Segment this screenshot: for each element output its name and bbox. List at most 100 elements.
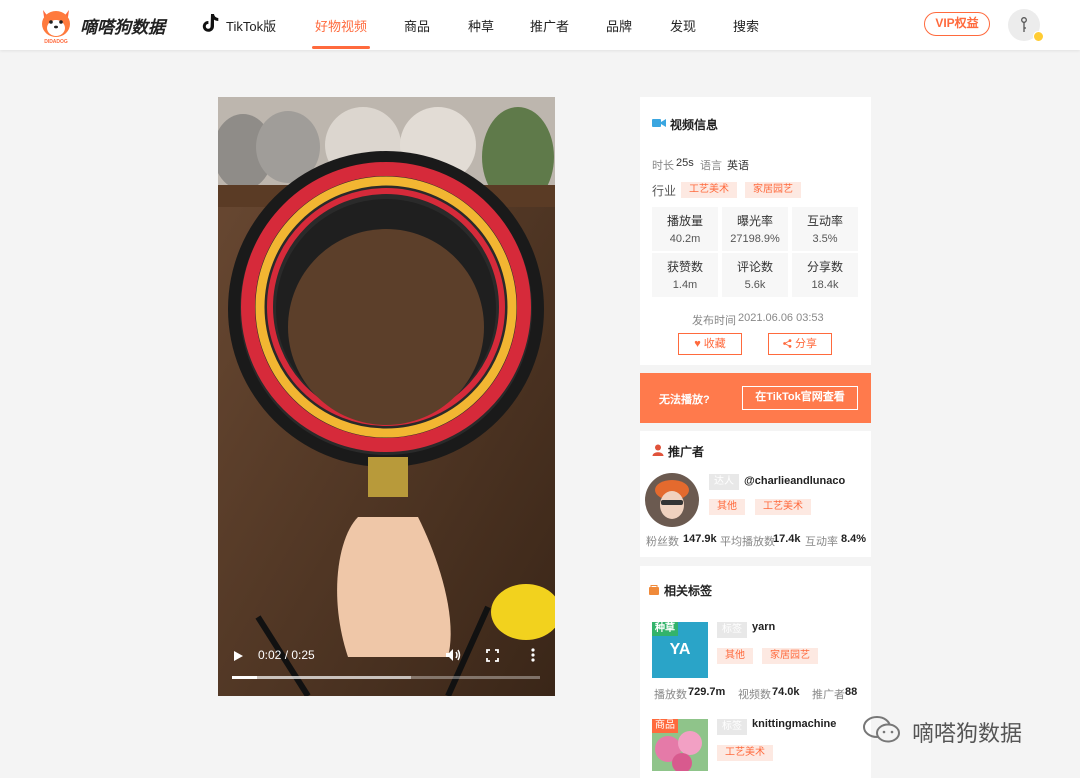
more-options-icon[interactable]: [531, 648, 535, 662]
stat-likes: 获赞数 1.4m: [652, 253, 718, 297]
share-label: 分享: [795, 338, 818, 350]
duration-value: 25s: [676, 157, 694, 169]
industry-tag[interactable]: 工艺美术: [681, 182, 737, 198]
share-button[interactable]: 分享: [768, 333, 832, 355]
tag-name[interactable]: knittingmachine: [752, 718, 836, 730]
video-camera-icon: [652, 119, 666, 127]
stat-value: 1.4m: [672, 279, 698, 291]
tiktok-icon: [202, 14, 219, 32]
nav-item-search[interactable]: 搜索: [733, 16, 759, 35]
tag-plays-value: 729.7m: [688, 686, 726, 698]
stat-value: 40.2m: [669, 233, 701, 245]
tag-thumbnail-text: YA: [669, 641, 691, 658]
tag-category[interactable]: 工艺美术: [717, 745, 773, 761]
wechat-icon: [863, 716, 900, 743]
followers-value: 147.9k: [683, 533, 717, 545]
tag-thumbnail[interactable]: 商品: [652, 719, 708, 771]
svg-text:DIDADOG: DIDADOG: [44, 39, 68, 44]
tag-icon: [649, 585, 659, 595]
nav-item-brands[interactable]: 品牌: [606, 16, 632, 35]
language-value: 英语: [727, 160, 749, 172]
promoter-type-badge: 达人: [709, 474, 739, 490]
tag-category-corner: 商品: [652, 719, 678, 733]
stat-value: 18.4k: [811, 279, 839, 291]
top-nav-bar: DIDADOG 嘀嗒狗数据 TikTok版 好物视频 商品 种草 推广者 品牌 …: [0, 0, 1080, 50]
play-issue-banner: 无法播放? 在TikTok官网查看: [640, 373, 871, 423]
tag-type-badge: 标签: [717, 622, 747, 638]
person-icon: [652, 444, 664, 456]
favorite-button[interactable]: ♥ 收藏: [678, 333, 742, 355]
stat-value: 5.6k: [744, 279, 766, 291]
promoter-handle[interactable]: @charlieandlunaco: [744, 475, 845, 487]
video-progress-track[interactable]: [232, 676, 540, 679]
brand-name[interactable]: 嘀嗒狗数据: [80, 13, 165, 38]
duration-label: 时长: [652, 160, 674, 172]
fullscreen-icon[interactable]: [486, 649, 499, 662]
tag-plays-label: 播放数: [654, 689, 687, 701]
stat-shares: 分享数 18.4k: [792, 253, 858, 297]
tag-thumbnail[interactable]: 种草 YA: [652, 622, 708, 678]
video-progress-bar: [232, 676, 257, 679]
industry-tag[interactable]: 家居园艺: [745, 182, 801, 198]
promoter-tag[interactable]: 其他: [709, 499, 745, 515]
avg-views-label: 平均播放数: [720, 536, 775, 548]
watch-on-tiktok-button[interactable]: 在TikTok官网查看: [742, 386, 858, 410]
tag-type-badge: 标签: [717, 719, 747, 735]
stat-label: 评论数: [736, 260, 773, 274]
stat-label: 获赞数: [666, 260, 703, 274]
stat-comments: 评论数 5.6k: [722, 253, 788, 297]
share-icon: [783, 339, 792, 348]
tag-category[interactable]: 其他: [717, 648, 753, 664]
video-buffered-bar: [232, 676, 411, 679]
published-time: 2021.06.06 03:53: [738, 312, 824, 324]
avg-views-value: 17.4k: [773, 533, 801, 545]
nav-item-promoters[interactable]: 推广者: [530, 16, 569, 35]
followers-label: 粉丝数: [646, 536, 679, 548]
promoter-avatar[interactable]: [645, 473, 699, 527]
tag-name[interactable]: yarn: [752, 621, 775, 633]
cannot-play-text: 无法播放?: [659, 394, 710, 406]
stat-value: 27198.9%: [730, 233, 780, 245]
video-player[interactable]: 0:02 / 0:25: [218, 97, 555, 696]
stat-label: 互动率: [806, 214, 843, 228]
nav-item-good-videos[interactable]: 好物视频: [315, 16, 367, 35]
industry-label: 行业: [652, 184, 677, 198]
shiba-dog-logo-icon[interactable]: DIDADOG: [38, 6, 74, 44]
heart-icon: ♥: [694, 338, 701, 350]
stat-label: 分享数: [806, 260, 843, 274]
vip-benefits-button[interactable]: VIP权益: [924, 12, 990, 36]
stat-label: 曝光率: [736, 214, 773, 228]
platform-label[interactable]: TikTok版: [226, 16, 276, 35]
favorite-label: 收藏: [703, 338, 726, 350]
nav-item-seeding[interactable]: 种草: [468, 16, 494, 35]
tag-promoters-value: 88: [845, 686, 858, 698]
video-frame-image: [218, 97, 555, 696]
video-info-title: 视频信息: [670, 118, 719, 132]
user-avatar-button[interactable]: [1008, 9, 1044, 42]
tag-promoters-label: 推广者: [812, 689, 845, 701]
tag-videos-value: 74.0k: [772, 686, 800, 698]
stat-label: 播放量: [666, 214, 703, 228]
stat-value: 3.5%: [812, 233, 838, 245]
video-time-readout: 0:02 / 0:25: [258, 648, 315, 662]
nav-item-discover[interactable]: 发现: [670, 16, 696, 35]
published-label: 发布时间: [692, 315, 736, 327]
level-badge-icon: [1033, 31, 1044, 42]
engagement-value: 8.4%: [841, 533, 867, 545]
tag-category[interactable]: 家居园艺: [762, 648, 818, 664]
watermark-text: 嘀嗒狗数据: [912, 721, 1023, 746]
engagement-label: 互动率: [805, 536, 838, 548]
tag-category-corner: 种草: [652, 622, 678, 636]
active-nav-indicator: [312, 46, 370, 49]
play-icon[interactable]: [232, 650, 244, 662]
volume-icon[interactable]: [445, 648, 461, 662]
key-icon: [1021, 17, 1027, 32]
promoter-tag[interactable]: 工艺美术: [755, 499, 811, 515]
stat-engagement-rate: 互动率 3.5%: [792, 207, 858, 251]
stat-exposure-rate: 曝光率 27198.9%: [722, 207, 788, 251]
related-tags-title: 相关标签: [664, 584, 713, 598]
tag-videos-label: 视频数: [738, 689, 771, 701]
promoter-title: 推广者: [668, 445, 705, 459]
nav-item-products[interactable]: 商品: [404, 16, 430, 35]
language-label: 语言: [700, 160, 722, 172]
